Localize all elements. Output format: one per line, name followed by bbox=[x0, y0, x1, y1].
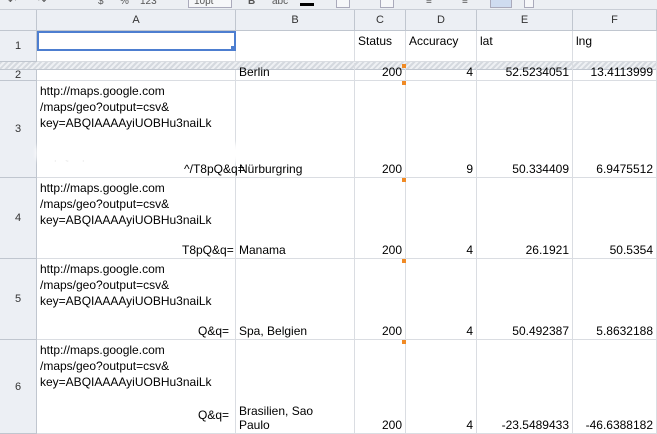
row-header-1[interactable]: 1 bbox=[0, 31, 37, 62]
redo-icon[interactable]: ↷ bbox=[38, 0, 46, 8]
cell-e3[interactable]: 50.334409 bbox=[477, 81, 573, 178]
column-header-e[interactable]: E bbox=[477, 10, 573, 31]
cell-note-marker[interactable] bbox=[402, 340, 406, 344]
cell-f6[interactable]: -46.6388182 bbox=[573, 340, 657, 434]
cell-a2[interactable] bbox=[37, 70, 236, 81]
cell-d1[interactable]: Accuracy bbox=[406, 31, 477, 62]
redacted-region bbox=[40, 146, 236, 160]
cell-note-marker[interactable] bbox=[402, 64, 406, 68]
cell-d2[interactable]: 4 bbox=[406, 63, 477, 81]
row-header-5[interactable]: 5 bbox=[0, 259, 37, 340]
cell-d4[interactable]: 4 bbox=[406, 178, 477, 259]
cell-note-marker[interactable] bbox=[402, 259, 406, 263]
cell-b1[interactable] bbox=[236, 31, 355, 62]
currency-format-icon[interactable]: $ bbox=[98, 0, 104, 8]
cell-d3[interactable]: 9 bbox=[406, 81, 477, 178]
cell-f1[interactable]: lng bbox=[573, 31, 657, 62]
cell-c5[interactable]: 200 bbox=[355, 259, 406, 340]
cell-e4[interactable]: 26.1921 bbox=[477, 178, 573, 259]
cell-a1[interactable] bbox=[37, 31, 236, 62]
borders-icon[interactable] bbox=[380, 0, 394, 8]
undo-icon[interactable]: ↶ bbox=[8, 0, 16, 8]
cell-b3[interactable]: Nürburgring bbox=[236, 81, 355, 178]
column-header-a[interactable]: A bbox=[37, 10, 236, 31]
cell-b5[interactable]: Spa, Belgien bbox=[236, 259, 355, 340]
row-header-3[interactable]: 3 bbox=[0, 81, 37, 178]
fill-color-icon[interactable] bbox=[336, 0, 350, 8]
align-icon[interactable]: ≡ bbox=[462, 0, 468, 8]
cell-c1[interactable]: Status bbox=[355, 31, 406, 62]
cell-note-marker[interactable] bbox=[402, 81, 406, 85]
percent-format-button[interactable]: % bbox=[120, 0, 129, 8]
cell-c3[interactable]: 200 bbox=[355, 81, 406, 178]
cell-a5-text: http://maps.google.com /maps/geo?output=… bbox=[40, 262, 212, 308]
cell-f2[interactable]: 13.4113999 bbox=[573, 63, 657, 81]
cell-e1[interactable]: lat bbox=[477, 31, 573, 62]
column-header-d[interactable]: D bbox=[406, 10, 477, 31]
cell-a6-tail: Q&q= bbox=[198, 408, 230, 422]
row-header-6[interactable]: 6 bbox=[0, 340, 37, 434]
select-all-corner[interactable] bbox=[0, 10, 37, 31]
cell-a4-tail: T8pQ&q= bbox=[182, 243, 234, 257]
cell-d5[interactable]: 4 bbox=[406, 259, 477, 340]
number-format-button[interactable]: 123 bbox=[140, 0, 157, 8]
cell-a4-text: http://maps.google.com /maps/geo?output=… bbox=[40, 181, 212, 227]
cell-a6-text: http://maps.google.com /maps/geo?output=… bbox=[40, 343, 212, 389]
align-left-icon[interactable]: ≡ bbox=[426, 0, 432, 8]
row-header-4[interactable]: 4 bbox=[0, 178, 37, 259]
cell-f5[interactable]: 5.8632188 bbox=[573, 259, 657, 340]
toolbar: ↶ ↷ $ % 123 10pt B abc ≡ ≡ bbox=[0, 0, 657, 10]
bold-icon[interactable]: B bbox=[248, 0, 255, 8]
fill-handle[interactable] bbox=[231, 46, 236, 51]
cell-b4[interactable]: Manama bbox=[236, 178, 355, 259]
cell-note-marker[interactable] bbox=[402, 178, 406, 182]
cell-c6[interactable]: 200 bbox=[355, 340, 406, 434]
cell-f3[interactable]: 6.9475512 bbox=[573, 81, 657, 178]
cell-b2[interactable]: Berlin bbox=[236, 63, 355, 81]
cell-f4[interactable]: 50.5354 bbox=[573, 178, 657, 259]
cell-d6[interactable]: 4 bbox=[406, 340, 477, 434]
cell-e5[interactable]: 50.492387 bbox=[477, 259, 573, 340]
cell-e6[interactable]: -23.5489433 bbox=[477, 340, 573, 434]
wrap-text-icon[interactable] bbox=[490, 0, 512, 8]
column-header-f[interactable]: F bbox=[573, 10, 657, 31]
cell-c4[interactable]: 200 bbox=[355, 178, 406, 259]
merge-icon[interactable] bbox=[524, 0, 534, 8]
text-color-icon[interactable] bbox=[300, 3, 314, 6]
font-size-value: 10pt bbox=[194, 0, 214, 7]
column-header-b[interactable]: B bbox=[236, 10, 355, 31]
cell-a5-tail: Q&q= bbox=[198, 324, 230, 338]
cell-e2[interactable]: 52.5234051 bbox=[477, 63, 573, 81]
strikethrough-icon[interactable]: abc bbox=[272, 0, 288, 8]
cell-b6[interactable]: Brasilien, Sao Paulo bbox=[236, 340, 355, 434]
column-header-c[interactable]: C bbox=[355, 10, 406, 31]
spreadsheet-grid: A B C D E F 1 Status Accuracy lat lng 2 … bbox=[0, 10, 657, 434]
cell-c2[interactable]: 200 bbox=[355, 63, 406, 81]
row-header-2[interactable]: 2 bbox=[0, 69, 37, 81]
